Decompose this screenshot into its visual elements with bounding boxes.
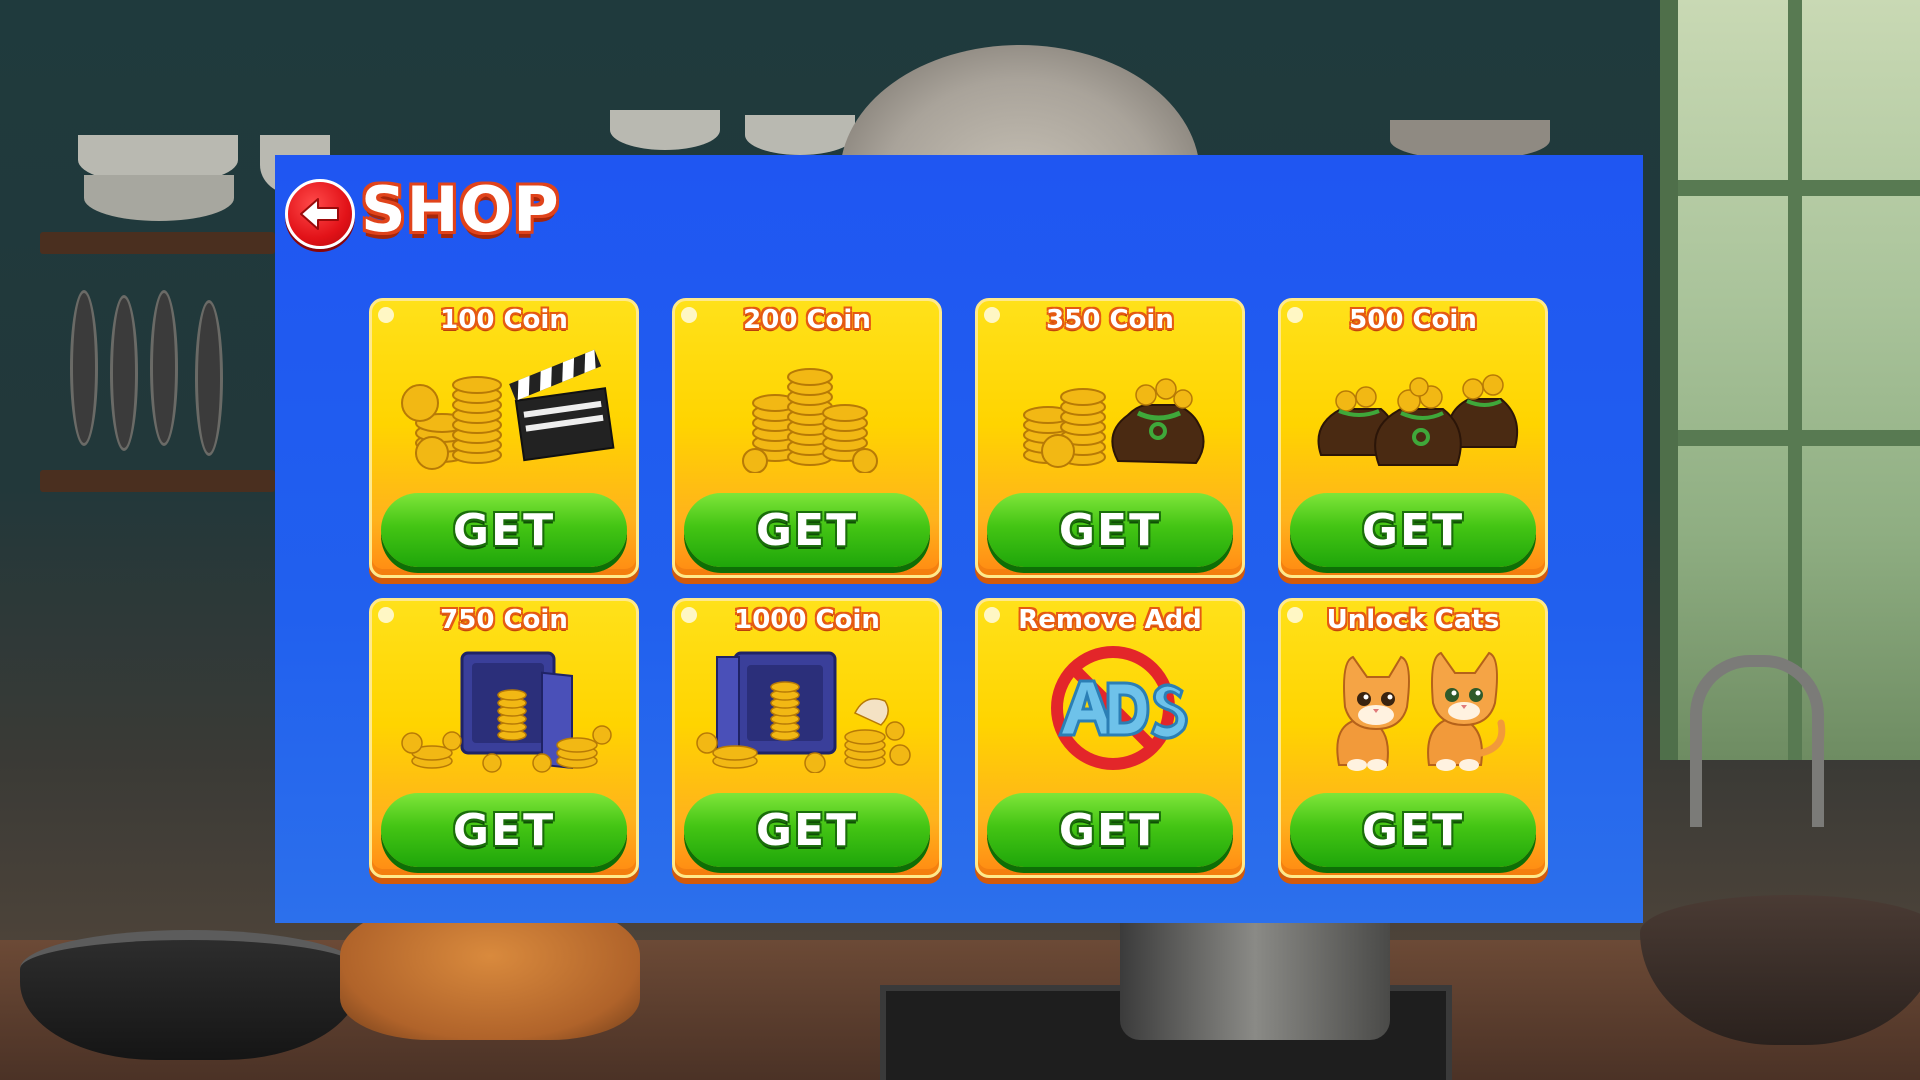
back-button[interactable] [285,179,355,249]
shop-panel: SHOP 100 Coin GET 200 Coin GET 350 Coin … [275,155,1643,923]
get-button-label: GET [1361,804,1465,856]
open-safe-with-coins-icon [696,651,911,773]
shop-item-200-coin: 200 Coin GET [672,298,942,578]
get-button[interactable]: GET [684,493,930,567]
two-cats-icon [1336,651,1506,771]
get-button[interactable]: GET [381,793,627,867]
item-title: Remove Add [1018,605,1202,635]
money-bags-icon [1317,374,1519,466]
coins-with-money-bag-icon [1023,378,1205,468]
shop-item-500-coin: 500 Coin GET [1278,298,1548,578]
shop-item-750-coin: 750 Coin GET [369,598,639,878]
get-button-label: GET [452,804,556,856]
get-button-label: GET [1361,504,1465,556]
shop-item-100-coin: 100 Coin GET [369,298,639,578]
item-title: 200 Coin [743,305,871,335]
get-button-label: GET [1058,504,1162,556]
get-button-label: GET [452,504,556,556]
sink-faucet [1690,655,1824,827]
get-button-label: GET [1058,804,1162,856]
get-button[interactable]: GET [987,793,1233,867]
get-button[interactable]: GET [1290,793,1536,867]
shop-title: SHOP [361,173,560,246]
get-button[interactable]: GET [381,493,627,567]
item-title: 350 Coin [1046,305,1174,335]
get-button[interactable]: GET [684,793,930,867]
get-button[interactable]: GET [1290,493,1536,567]
shop-item-unlock-cats: Unlock Cats GET [1278,598,1548,878]
item-title: 1000 Coin [734,605,880,635]
shop-item-remove-ads: Remove Add GET [975,598,1245,878]
shop-item-350-coin: 350 Coin GET [975,298,1245,578]
item-title: 500 Coin [1349,305,1477,335]
item-title: 750 Coin [440,605,568,635]
get-button[interactable]: GET [987,493,1233,567]
cat-bowl [20,930,360,1060]
get-button-label: GET [755,504,859,556]
shop-grid: 100 Coin GET 200 Coin GET 350 Coin GET 5… [369,298,1548,878]
no-ads-icon [1051,646,1188,770]
item-title: 100 Coin [440,305,568,335]
coin-stacks-icon [742,368,878,473]
get-button-label: GET [755,804,859,856]
item-title: Unlock Cats [1326,605,1500,635]
cooking-pot [1120,920,1390,1040]
coins-with-clapperboard-icon [401,349,615,470]
arrow-left-icon [300,198,339,230]
safe-with-coins-icon [401,651,612,773]
shop-item-1000-coin: 1000 Coin GET [672,598,942,878]
window [1660,0,1920,760]
